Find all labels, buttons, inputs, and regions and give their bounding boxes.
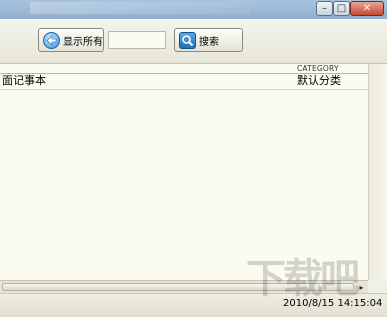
show-all-label: 显示所有 bbox=[63, 36, 103, 48]
minimize-button[interactable]: – bbox=[316, 1, 333, 16]
maximize-button[interactable]: □ bbox=[333, 1, 350, 16]
search-button[interactable]: 搜索 bbox=[174, 28, 243, 52]
note-title: 面记事本 bbox=[2, 74, 46, 87]
search-icon bbox=[179, 31, 196, 49]
title-bar: – □ ✕ bbox=[0, 0, 387, 19]
right-gutter bbox=[368, 64, 387, 280]
scroll-right-arrow-icon[interactable]: ▸ bbox=[355, 281, 368, 293]
status-bar: 2010/8/15 14:15:04 bbox=[0, 293, 387, 317]
back-arrow-icon bbox=[43, 31, 60, 49]
status-timestamp: 2010/8/15 14:15:04 bbox=[283, 298, 383, 309]
close-button[interactable]: ✕ bbox=[350, 1, 384, 16]
note-category: 默认分类 bbox=[297, 74, 341, 87]
show-all-button[interactable]: 显示所有 bbox=[38, 28, 104, 52]
horizontal-scrollbar[interactable]: ▸ bbox=[0, 280, 368, 293]
search-input[interactable] bbox=[108, 31, 166, 49]
table-row[interactable]: 面记事本 默认分类 bbox=[0, 73, 368, 90]
title-bar-blur bbox=[30, 2, 250, 14]
category-column-header[interactable]: CATEGORY bbox=[297, 64, 339, 73]
scrollbar-thumb[interactable] bbox=[2, 283, 354, 291]
toolbar: 显示所有 搜索 bbox=[0, 19, 387, 64]
list-header: CATEGORY bbox=[0, 64, 368, 73]
notes-list: CATEGORY 面记事本 默认分类 bbox=[0, 64, 368, 280]
search-label: 搜索 bbox=[199, 36, 219, 48]
